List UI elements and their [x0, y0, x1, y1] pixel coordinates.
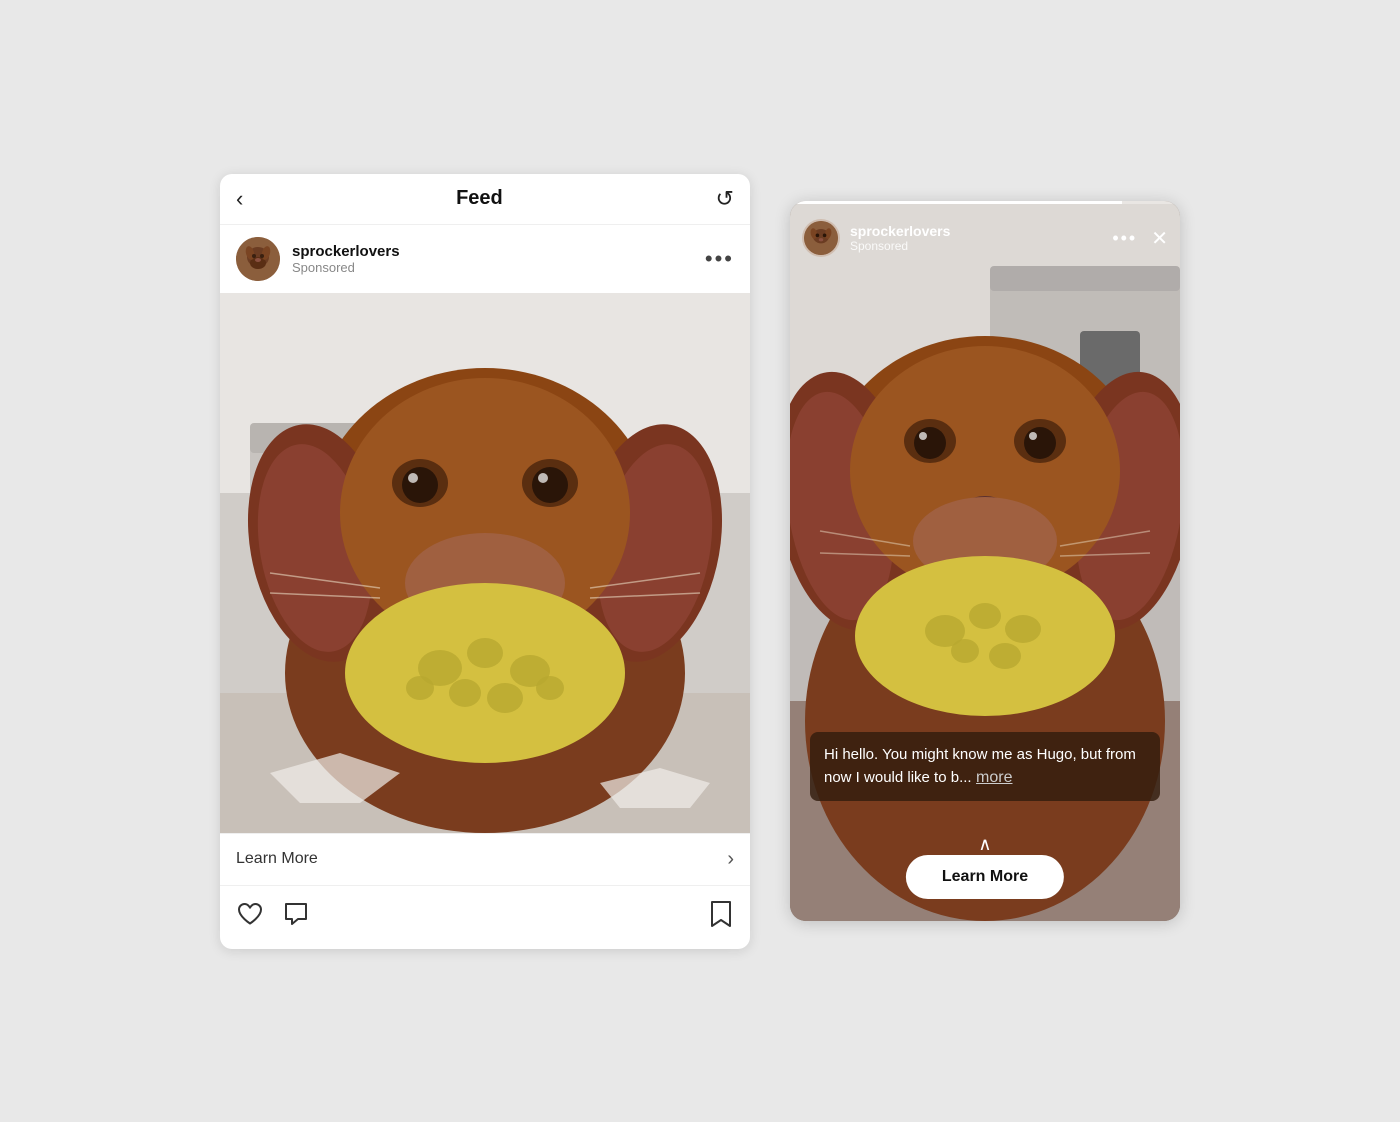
- feed-learn-more-arrow-icon: ›: [727, 848, 734, 871]
- feed-learn-more-text: Learn More: [236, 850, 318, 868]
- avatar: [236, 237, 280, 281]
- story-username: sprockerlovers: [850, 223, 950, 239]
- story-more-options[interactable]: •••: [1112, 228, 1137, 249]
- like-button[interactable]: [236, 900, 264, 935]
- feed-post-image: [220, 293, 750, 833]
- story-learn-more-button[interactable]: Learn More: [906, 855, 1064, 899]
- story-close-button[interactable]: ✕: [1151, 226, 1168, 251]
- story-sponsored-label: Sponsored: [850, 239, 950, 253]
- story-progress-bar: [790, 201, 1180, 204]
- feed-actions: [220, 886, 750, 949]
- feed-learn-more-bar[interactable]: Learn More ›: [220, 833, 750, 886]
- feed-card: ‹ Feed ↺ sprockerlovers Sponsored: [220, 174, 750, 949]
- story-user: sprockerlovers Sponsored: [802, 219, 950, 257]
- comment-button[interactable]: [282, 900, 310, 935]
- story-header-right: ••• ✕: [1112, 226, 1168, 251]
- swipe-up-chevron-icon: ∧: [978, 834, 991, 855]
- story-caption-box: Hi hello. You might know me as Hugo, but…: [810, 732, 1160, 801]
- story-avatar: [802, 219, 840, 257]
- feed-more-options[interactable]: •••: [705, 246, 734, 272]
- back-button[interactable]: ‹: [236, 186, 243, 212]
- story-swipe-up: ∧: [978, 834, 991, 855]
- feed-left-actions: [236, 900, 310, 935]
- feed-title: Feed: [456, 187, 503, 210]
- story-image: [790, 201, 1180, 921]
- feed-sponsored: Sponsored: [292, 260, 400, 275]
- feed-username: sprockerlovers: [292, 243, 400, 260]
- feed-header: ‹ Feed ↺: [220, 174, 750, 225]
- story-caption-more[interactable]: more: [976, 769, 1012, 786]
- user-info: sprockerlovers Sponsored: [292, 243, 400, 275]
- refresh-button[interactable]: ↺: [716, 186, 734, 212]
- feed-post-user: sprockerlovers Sponsored: [236, 237, 400, 281]
- story-user-info: sprockerlovers Sponsored: [850, 223, 950, 253]
- save-button[interactable]: [708, 900, 734, 935]
- feed-post-header: sprockerlovers Sponsored •••: [220, 225, 750, 293]
- story-card: sprockerlovers Sponsored ••• ✕ Hi hello.…: [790, 201, 1180, 921]
- story-progress-fill: [790, 201, 1122, 204]
- story-header: sprockerlovers Sponsored ••• ✕: [790, 211, 1180, 265]
